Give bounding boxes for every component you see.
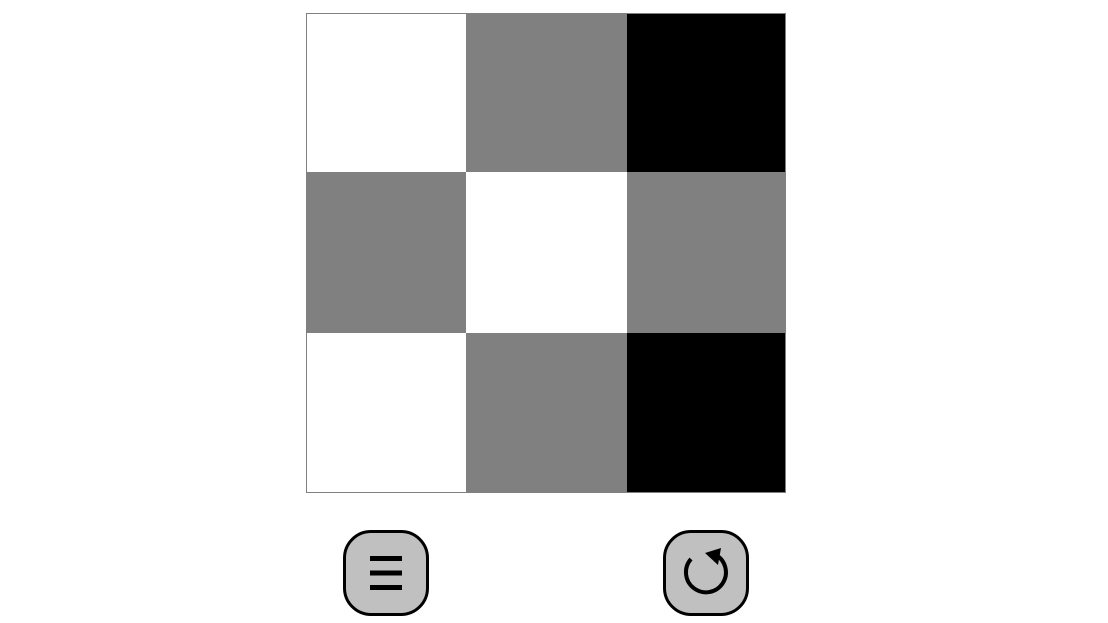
board-cell-r1-c2[interactable] [466,14,627,172]
reset-button[interactable] [663,530,749,616]
board-cell-r1-c1[interactable] [307,14,466,172]
puzzle-board [306,13,786,493]
board-cell-r2-c1[interactable] [307,172,466,333]
board-cell-r1-c3[interactable] [627,14,785,172]
board-cell-r3-c1[interactable] [307,333,466,492]
board-cell-r2-c2[interactable] [466,172,627,333]
menu-button[interactable] [343,530,429,616]
reset-icon [683,548,728,595]
board-cell-r2-c3[interactable] [627,172,785,333]
board-cell-r3-c2[interactable] [466,333,627,492]
menu-icon [370,556,402,590]
board-cell-r3-c3[interactable] [627,333,785,492]
